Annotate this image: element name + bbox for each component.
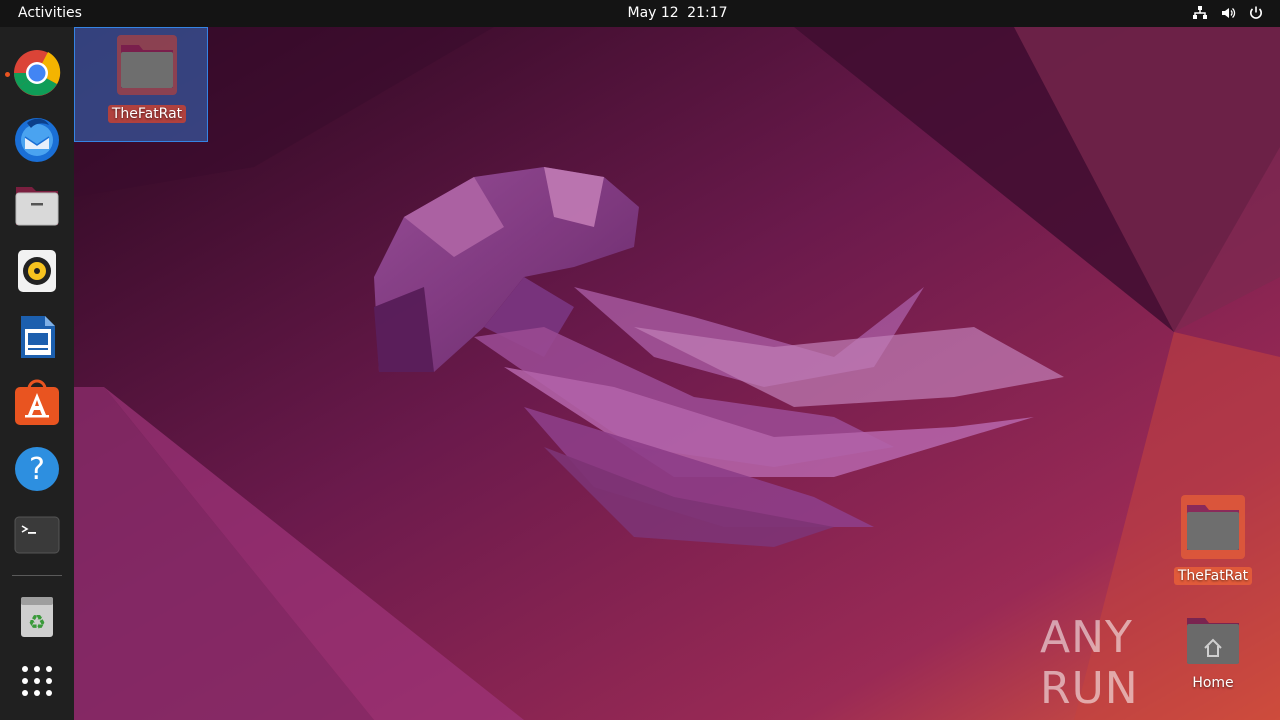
desktop-folder-thefatrat-selected[interactable]: TheFatRat: [92, 31, 202, 123]
desktop-icon-label: TheFatRat: [107, 105, 187, 123]
dock-item-show-apps[interactable]: [13, 657, 61, 705]
desktop-icon-label: TheFatRat: [1173, 567, 1253, 585]
desktop-icon-label: Home: [1192, 675, 1234, 691]
folder-icon: [117, 35, 177, 95]
dock: ? ♻: [0, 27, 74, 720]
dock-item-rhythmbox[interactable]: [13, 247, 61, 295]
running-indicator: [5, 72, 10, 77]
dock-item-chrome[interactable]: [13, 49, 61, 97]
software-icon: [15, 379, 59, 425]
dock-item-software[interactable]: [13, 379, 61, 427]
anyrun-watermark: ANY RUN: [1040, 612, 1139, 714]
date-label: May 12: [627, 5, 679, 21]
app-grid-icon: [22, 666, 52, 696]
dock-item-help[interactable]: ?: [13, 445, 61, 493]
dock-item-files[interactable]: [13, 181, 61, 229]
network-icon[interactable]: [1192, 5, 1208, 21]
trash-icon: ♻: [21, 597, 53, 637]
dock-item-terminal[interactable]: [13, 511, 61, 559]
svg-text:♻: ♻: [28, 610, 46, 634]
dock-separator: [12, 575, 62, 576]
rhythmbox-icon: [18, 250, 56, 292]
svg-text:?: ?: [29, 452, 45, 487]
terminal-icon: [14, 516, 60, 554]
top-bar: Activities May 12 21:17: [0, 0, 1280, 27]
files-icon: [15, 187, 59, 226]
thunderbird-icon: [15, 118, 59, 162]
date-time-menu[interactable]: May 12 21:17: [0, 5, 1280, 21]
time-label: 21:17: [687, 5, 728, 21]
help-icon: ?: [15, 447, 59, 491]
writer-icon: [21, 316, 55, 358]
volume-icon[interactable]: [1220, 5, 1236, 21]
desktop-folder-thefatrat[interactable]: TheFatRat: [1158, 493, 1268, 585]
chrome-icon: [14, 50, 61, 96]
folder-icon: [1181, 495, 1245, 559]
dock-item-writer[interactable]: [13, 313, 61, 361]
dock-item-trash[interactable]: ♻: [13, 593, 61, 641]
dock-item-thunderbird[interactable]: [13, 115, 61, 163]
system-tray[interactable]: [1192, 5, 1264, 21]
power-icon[interactable]: [1248, 5, 1264, 21]
